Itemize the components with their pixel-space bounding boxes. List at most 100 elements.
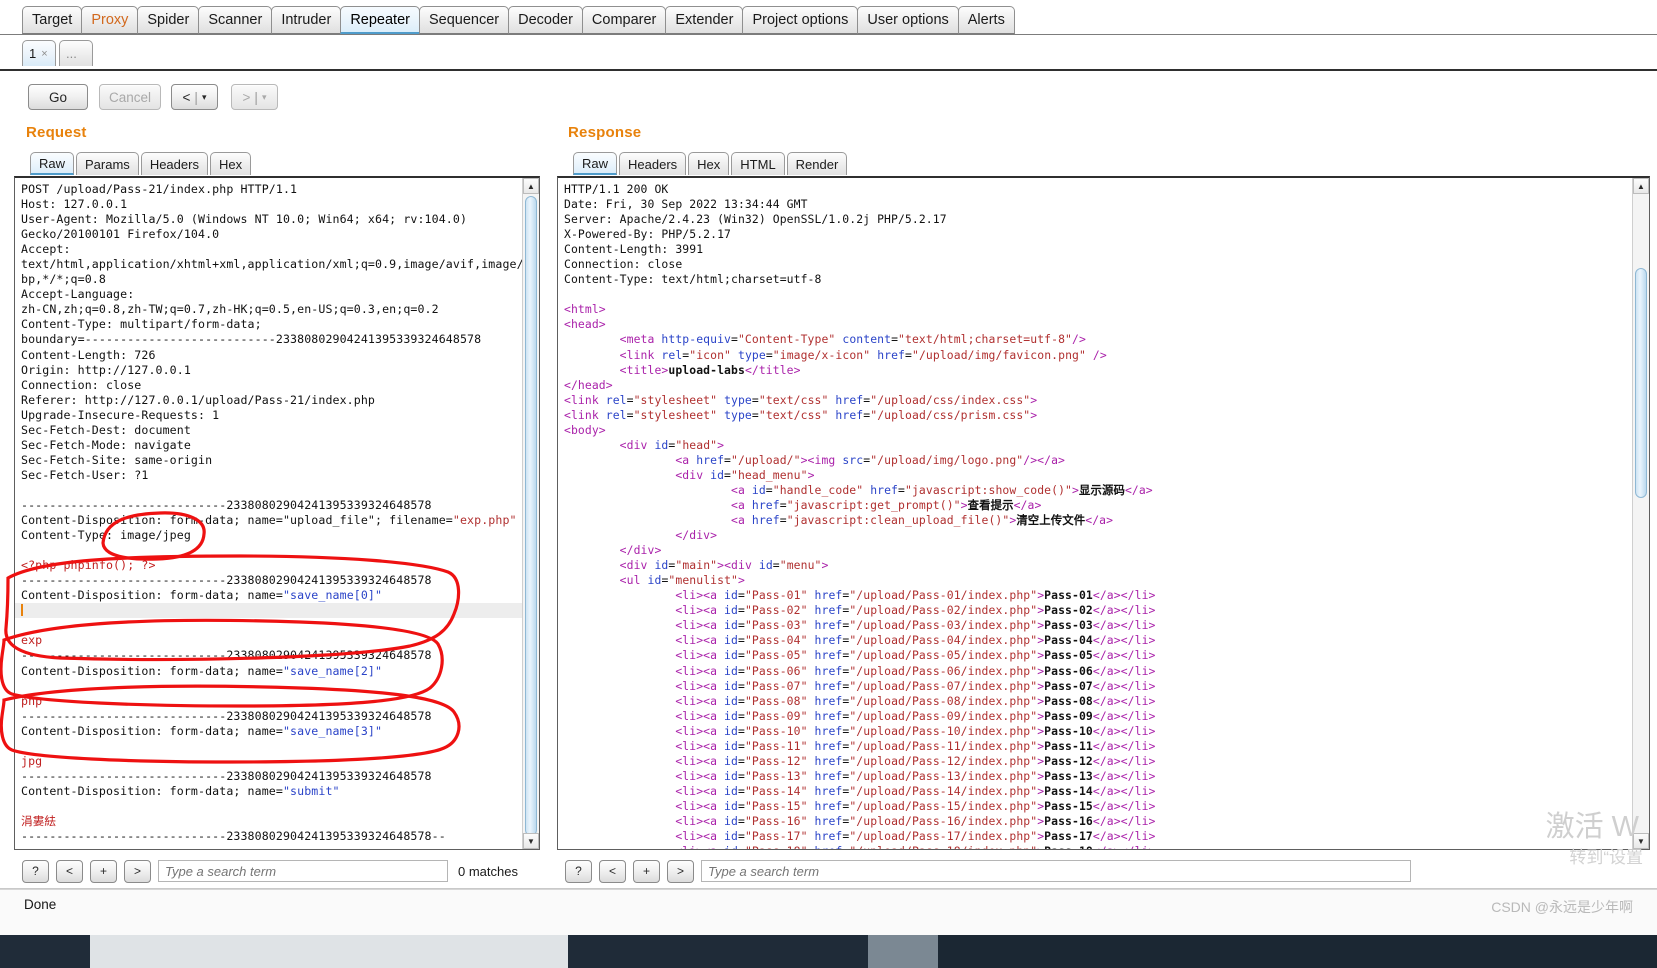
search-next-button[interactable]: > [124, 859, 151, 883]
view-tab-label: Hex [218, 156, 243, 172]
repeater-tab-label: 1 [29, 46, 37, 61]
view-tab-label: Headers [628, 156, 678, 172]
status-text: Done [24, 897, 57, 912]
chevron-left-icon: < [608, 864, 616, 878]
main-tab-bar: Target Proxy Spider Scanner Intruder Repeater… [0, 0, 1657, 35]
repeater-tab-new[interactable]: ... [59, 40, 93, 66]
main-tab-extender[interactable]: Extender [665, 6, 744, 34]
status-bar: Done CSDN @永远是少年啊 [0, 889, 1657, 935]
search-prev-button[interactable]: < [599, 859, 626, 883]
button-divider: | [194, 89, 198, 105]
view-tab-label: Headers [149, 156, 199, 172]
chevron-right-icon: > [242, 89, 251, 105]
main-tab-label: Intruder [281, 12, 332, 28]
search-add-button[interactable]: + [90, 859, 117, 883]
go-button[interactable]: Go [28, 84, 88, 110]
search-help-button[interactable]: ? [22, 859, 49, 883]
request-view-tab-bar: Raw Params Headers Hex [30, 152, 253, 175]
response-view-tab-render[interactable]: Render [786, 152, 848, 175]
taskbar-segment [868, 935, 938, 968]
main-tab-label: Target [32, 12, 73, 28]
main-tab-user-options[interactable]: User options [857, 6, 959, 34]
response-view-tab-hex[interactable]: Hex [688, 152, 730, 175]
main-tab-label: Sequencer [428, 12, 500, 28]
request-scrollbar[interactable]: ▲ ▼ [522, 178, 539, 849]
search-prev-button[interactable]: < [56, 859, 83, 883]
response-scrollbar[interactable]: ▲ ▼ [1632, 178, 1649, 849]
request-panel-title: Request [26, 124, 87, 141]
taskbar-segment [0, 935, 90, 968]
scroll-down-icon[interactable]: ▼ [523, 833, 539, 849]
main-tab-label: Alerts [967, 12, 1005, 28]
request-raw-text[interactable]: POST /upload/Pass-21/index.php HTTP/1.1 … [15, 182, 538, 844]
search-help-button[interactable]: ? [565, 859, 592, 883]
response-view-tab-bar: Raw Headers Hex HTML Render [573, 152, 849, 175]
chevron-left-icon: < [182, 89, 191, 105]
response-search-input[interactable] [701, 860, 1411, 882]
search-next-button[interactable]: > [667, 859, 694, 883]
chevron-down-icon: ▾ [201, 91, 207, 102]
plus-icon: + [99, 864, 107, 878]
repeater-tab-label: ... [66, 46, 77, 61]
response-view-tab-headers[interactable]: Headers [619, 152, 687, 175]
cancel-button[interactable]: Cancel [99, 84, 161, 110]
response-view-tab-raw[interactable]: Raw [573, 152, 618, 175]
request-view-tab-headers[interactable]: Headers [140, 152, 208, 175]
request-view-tab-raw[interactable]: Raw [30, 152, 75, 175]
windows-activate-subtext: 转到“设置 [1569, 848, 1643, 867]
response-editor[interactable]: HTTP/1.1 200 OK Date: Fri, 30 Sep 2022 1… [557, 176, 1650, 850]
scroll-up-icon[interactable]: ▲ [1633, 178, 1649, 194]
taskbar-segment [568, 935, 868, 968]
request-view-tab-params[interactable]: Params [76, 152, 139, 175]
request-search-input[interactable] [158, 860, 448, 882]
close-icon[interactable]: × [41, 48, 47, 60]
repeater-action-toolbar: Go Cancel < | ▾ > | ▾ [0, 73, 1657, 121]
view-tab-label: Hex [697, 156, 721, 172]
main-tab-scanner[interactable]: Scanner [198, 6, 273, 34]
chevron-right-icon: > [133, 864, 141, 878]
taskbar-segment [938, 935, 1657, 968]
main-tab-label: User options [867, 12, 949, 28]
response-search-bar: ? < + > [565, 856, 1411, 886]
search-add-button[interactable]: + [633, 859, 660, 883]
scroll-up-icon[interactable]: ▲ [523, 178, 539, 194]
windows-taskbar [0, 935, 1657, 968]
help-icon: ? [32, 864, 39, 878]
response-raw-text[interactable]: HTTP/1.1 200 OK Date: Fri, 30 Sep 2022 1… [564, 182, 1631, 849]
request-view-tab-hex[interactable]: Hex [209, 152, 252, 175]
repeater-tab-active[interactable]: 1 × [22, 40, 56, 66]
main-tab-intruder[interactable]: Intruder [271, 6, 342, 34]
main-tab-target[interactable]: Target [22, 6, 83, 34]
request-editor[interactable]: POST /upload/Pass-21/index.php HTTP/1.1 … [14, 176, 540, 850]
main-tab-label: Proxy [91, 12, 129, 28]
go-label: Go [48, 89, 67, 105]
text-caret [21, 604, 23, 617]
response-panel-title: Response [568, 124, 642, 141]
windows-activate-watermark: 激活 W [1545, 811, 1639, 843]
main-tab-label: Spider [147, 12, 190, 28]
button-divider: | [254, 89, 258, 105]
response-view-tab-html[interactable]: HTML [731, 152, 785, 175]
plus-icon: + [642, 864, 650, 878]
history-forward-button[interactable]: > | ▾ [231, 84, 278, 110]
request-search-bar: ? < + > 0 matches [22, 856, 518, 886]
main-tab-project-options[interactable]: Project options [742, 6, 859, 34]
main-tab-comparer[interactable]: Comparer [581, 6, 667, 34]
cancel-label: Cancel [108, 89, 152, 105]
main-tab-label: Extender [675, 12, 734, 28]
chevron-left-icon: < [65, 864, 73, 878]
view-tab-label: Raw [39, 155, 66, 171]
taskbar-segment [90, 935, 568, 968]
main-tab-proxy[interactable]: Proxy [81, 6, 139, 34]
main-tab-alerts[interactable]: Alerts [957, 6, 1015, 34]
main-tab-repeater[interactable]: Repeater [340, 6, 420, 34]
main-tab-sequencer[interactable]: Sequencer [418, 6, 510, 34]
history-back-button[interactable]: < | ▾ [171, 84, 218, 110]
view-tab-label: Render [795, 156, 839, 172]
main-tab-label: Comparer [591, 12, 657, 28]
main-tab-decoder[interactable]: Decoder [508, 6, 583, 34]
scrollbar-thumb[interactable] [1635, 268, 1647, 498]
scrollbar-thumb[interactable] [525, 196, 537, 836]
main-tab-spider[interactable]: Spider [137, 6, 200, 34]
repeater-request-tab-bar: 1 ×... [0, 35, 1657, 71]
